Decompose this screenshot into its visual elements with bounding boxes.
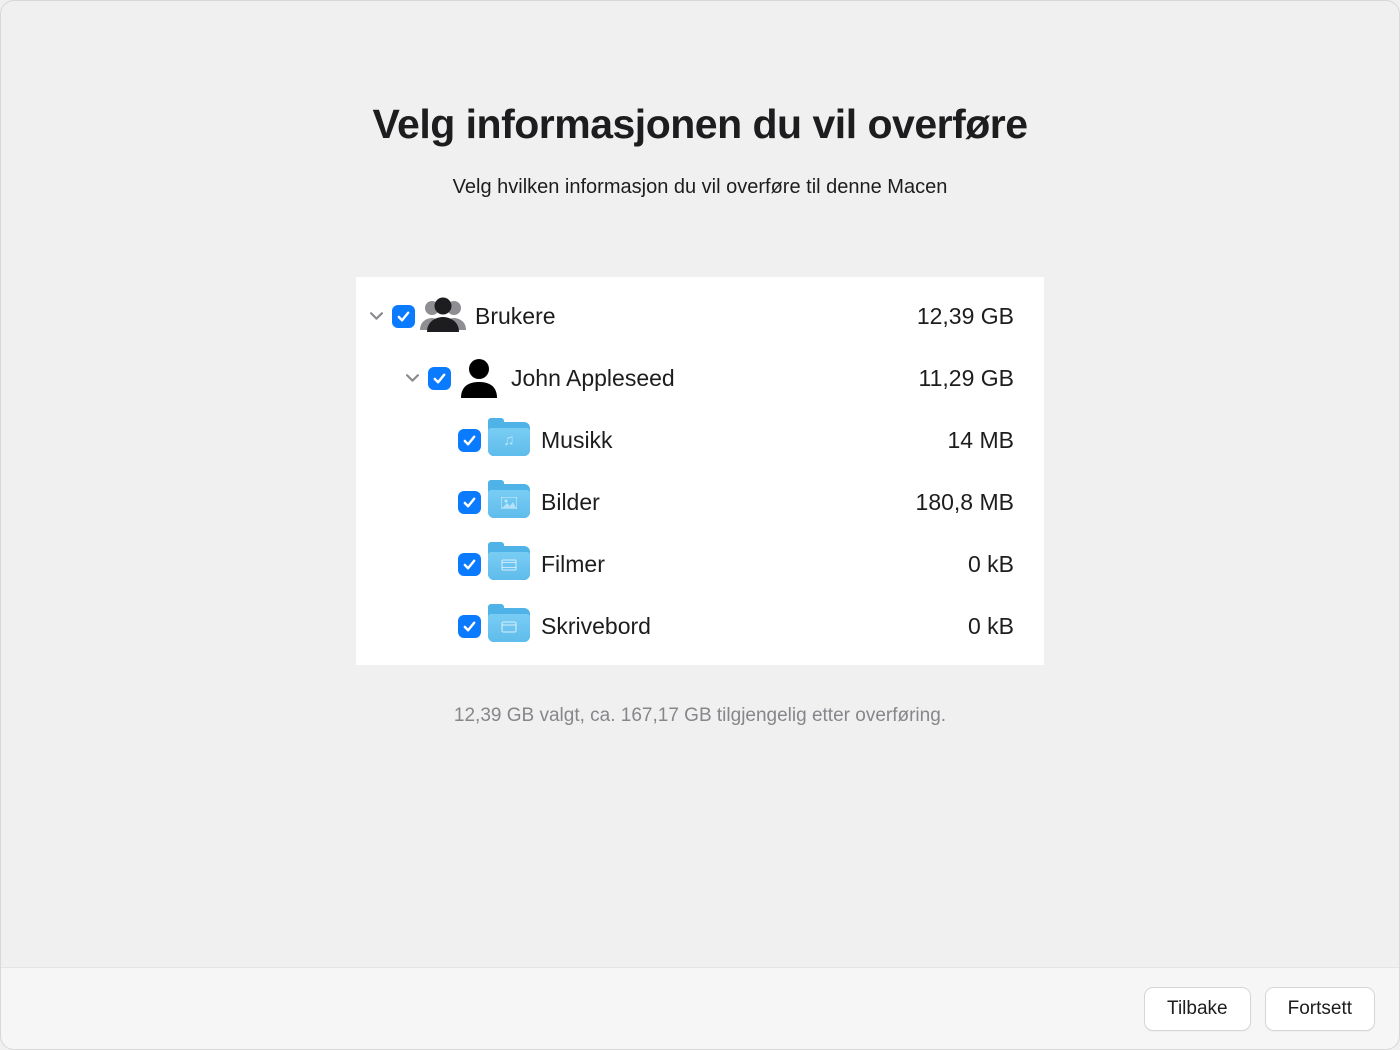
tree-row-music[interactable]: ♫ Musikk 14 MB <box>356 409 1044 471</box>
tree-row-users[interactable]: Brukere 12,39 GB <box>356 285 1044 347</box>
chevron-down-icon[interactable] <box>402 372 422 385</box>
status-summary: 12,39 GB valgt, ca. 167,17 GB tilgjengel… <box>454 705 946 727</box>
checkbox-users[interactable] <box>392 305 415 328</box>
back-button[interactable]: Tilbake <box>1144 987 1251 1031</box>
continue-button[interactable]: Fortsett <box>1265 987 1375 1031</box>
users-group-icon <box>419 294 467 338</box>
footer-bar: Tilbake Fortsett <box>1 967 1399 1049</box>
tree-label: Filmer <box>541 551 605 578</box>
page-subtitle: Velg hvilken informasjon du vil overføre… <box>453 176 948 199</box>
folder-desktop-icon <box>485 604 533 648</box>
page-title: Velg informasjonen du vil overføre <box>372 101 1027 148</box>
tree-size: 180,8 MB <box>916 489 1014 516</box>
transfer-tree: Brukere 12,39 GB John Applese <box>356 277 1044 665</box>
folder-movies-icon <box>485 542 533 586</box>
tree-label: Brukere <box>475 303 556 330</box>
tree-row-user-john[interactable]: John Appleseed 11,29 GB <box>356 347 1044 409</box>
checkbox-pictures[interactable] <box>458 491 481 514</box>
folder-music-icon: ♫ <box>485 418 533 462</box>
tree-size: 11,29 GB <box>919 365 1014 392</box>
tree-label: Bilder <box>541 489 600 516</box>
tree-row-desktop[interactable]: Skrivebord 0 kB <box>356 595 1044 657</box>
tree-label: John Appleseed <box>511 365 675 392</box>
checkbox-music[interactable] <box>458 429 481 452</box>
checkbox-movies[interactable] <box>458 553 481 576</box>
tree-size: 0 kB <box>968 613 1014 640</box>
chevron-down-icon[interactable] <box>366 310 386 323</box>
tree-size: 12,39 GB <box>917 303 1014 330</box>
tree-label: Musikk <box>541 427 613 454</box>
content-area: Velg informasjonen du vil overføre Velg … <box>1 1 1399 967</box>
tree-size: 14 MB <box>948 427 1014 454</box>
tree-size: 0 kB <box>968 551 1014 578</box>
tree-row-pictures[interactable]: Bilder 180,8 MB <box>356 471 1044 533</box>
folder-pictures-icon <box>485 480 533 524</box>
tree-row-movies[interactable]: Filmer 0 kB <box>356 533 1044 595</box>
user-silhouette-icon <box>455 356 503 400</box>
migration-assistant-window: Velg informasjonen du vil overføre Velg … <box>0 0 1400 1050</box>
checkbox-user-john[interactable] <box>428 367 451 390</box>
tree-label: Skrivebord <box>541 613 651 640</box>
checkbox-desktop[interactable] <box>458 615 481 638</box>
